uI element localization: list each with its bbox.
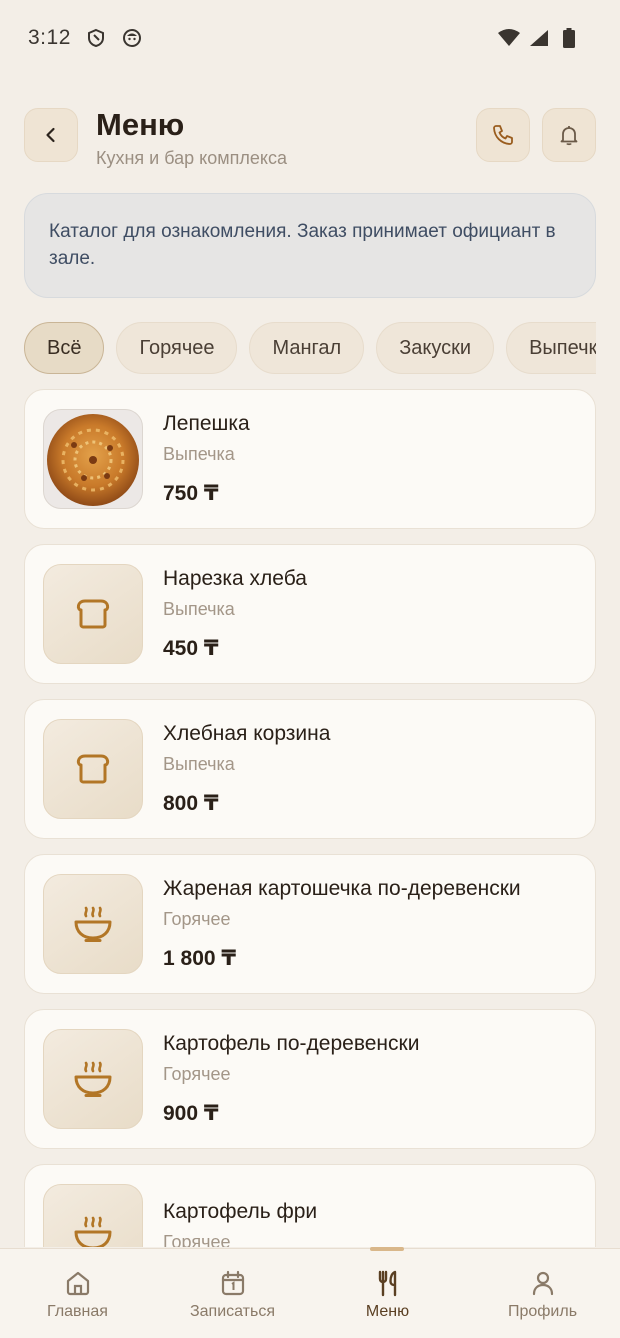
status-left: 3:12 (28, 26, 143, 50)
item-info: Жареная картошечка по-деревенски Горячее… (163, 877, 521, 971)
item-category: Выпечка (163, 754, 235, 774)
item-info: Картофель по-деревенски Горячее 900 ₸ (163, 1032, 419, 1126)
item-info: Нарезка хлеба Выпечка 450 ₸ (163, 567, 307, 661)
item-name: Картофель фри (163, 1199, 318, 1223)
bread-icon (76, 754, 110, 784)
item-info: Лепешка Выпечка 750 ₸ (163, 412, 250, 506)
item-category: Горячее (163, 909, 231, 929)
home-icon (66, 1271, 89, 1296)
signal-icon (528, 27, 550, 49)
menu-item-card[interactable]: Нарезка хлеба Выпечка 450 ₸ (24, 544, 596, 684)
active-indicator (370, 1247, 404, 1251)
chevron-left-icon (46, 127, 55, 143)
item-thumb (43, 1184, 143, 1247)
item-thumb (43, 564, 143, 664)
menu-item-card[interactable]: Жареная картошечка по-деревенски Горячее… (24, 854, 596, 994)
phone-icon (493, 125, 513, 145)
nav-label: Профиль (507, 1303, 578, 1320)
nav-label: Меню (365, 1303, 410, 1320)
nav-label: Записаться (189, 1303, 276, 1320)
back-button[interactable] (24, 108, 78, 162)
status-time: 3:12 (28, 26, 71, 49)
item-photo (43, 409, 143, 509)
item-info: Картофель фри Горячее (163, 1200, 317, 1248)
item-price: 450 ₸ (163, 637, 219, 660)
nav-home[interactable]: Главная (0, 1249, 155, 1321)
status-bar: 3:12 (0, 0, 620, 76)
app-notification-icon (121, 27, 143, 49)
item-thumb (43, 719, 143, 819)
chip-grill[interactable]: Мангал (249, 322, 365, 374)
chip-hot[interactable]: Горячее (116, 322, 238, 374)
item-thumb (43, 874, 143, 974)
call-button[interactable] (476, 108, 530, 162)
item-category: Выпечка (163, 599, 235, 619)
chip-all[interactable]: Всё (24, 322, 105, 374)
menu-item-card[interactable]: Лепешка Выпечка 750 ₸ (24, 389, 596, 529)
nav-profile[interactable]: Профиль (465, 1249, 620, 1321)
page-subtitle: Кухня и бар комплекса (96, 148, 287, 168)
item-price: 800 ₸ (163, 792, 219, 815)
item-name: Хлебная корзина (163, 722, 331, 745)
nav-booking[interactable]: Записаться (155, 1249, 310, 1321)
item-category: Выпечка (163, 444, 235, 464)
nav-menu[interactable]: Меню (310, 1247, 465, 1321)
hot-bowl-icon (74, 1061, 112, 1097)
item-price: 1 800 ₸ (163, 947, 236, 970)
header-text: Меню Кухня и бар комплекса (96, 108, 476, 169)
menu-list: Лепешка Выпечка 750 ₸ Нарезка хлеба Выпе… (24, 389, 596, 1247)
item-name: Картофель по-деревенски (163, 1032, 420, 1055)
item-category: Горячее (163, 1064, 231, 1084)
chip-snacks[interactable]: Закуски (376, 322, 495, 374)
header-actions (476, 108, 596, 162)
item-name: Лепешка (163, 412, 250, 435)
chip-bakery[interactable]: Выпечка (506, 322, 596, 374)
notifications-button[interactable] (542, 108, 596, 162)
page-title: Меню (96, 107, 185, 142)
item-thumb (43, 1029, 143, 1129)
menu-item-card[interactable]: Картофель по-деревенски Горячее 900 ₸ (24, 1009, 596, 1149)
item-name: Нарезка хлеба (163, 567, 307, 590)
bread-icon (76, 599, 110, 629)
calendar-icon (221, 1270, 244, 1296)
battery-icon (558, 27, 580, 49)
page-header: Меню Кухня и бар комплекса (24, 108, 596, 168)
info-notice: Каталог для ознакомления. Заказ принимае… (24, 193, 596, 298)
user-icon (532, 1271, 553, 1296)
status-right (498, 27, 592, 49)
item-category: Горячее (163, 1231, 231, 1248)
menu-item-card[interactable]: Картофель фри Горячее (24, 1164, 596, 1247)
hot-bowl-icon (74, 906, 112, 942)
menu-item-card[interactable]: Хлебная корзина Выпечка 800 ₸ (24, 699, 596, 839)
bell-icon (560, 126, 578, 146)
bottom-nav: Главная Записаться Меню Профиль (0, 1247, 620, 1338)
wifi-icon (498, 27, 520, 49)
item-name: Жареная картошечка по-деревенски (163, 877, 521, 900)
item-price: 750 ₸ (163, 482, 219, 505)
item-info: Хлебная корзина Выпечка 800 ₸ (163, 722, 330, 816)
item-price: 900 ₸ (163, 1102, 219, 1125)
cutlery-icon (378, 1270, 396, 1297)
shield-icon (85, 27, 107, 49)
category-filter: Всё Горячее Мангал Закуски Выпечка (24, 322, 596, 374)
hot-bowl-icon (74, 1216, 112, 1247)
flatbread-photo-icon (47, 414, 139, 506)
nav-label: Главная (47, 1303, 108, 1320)
